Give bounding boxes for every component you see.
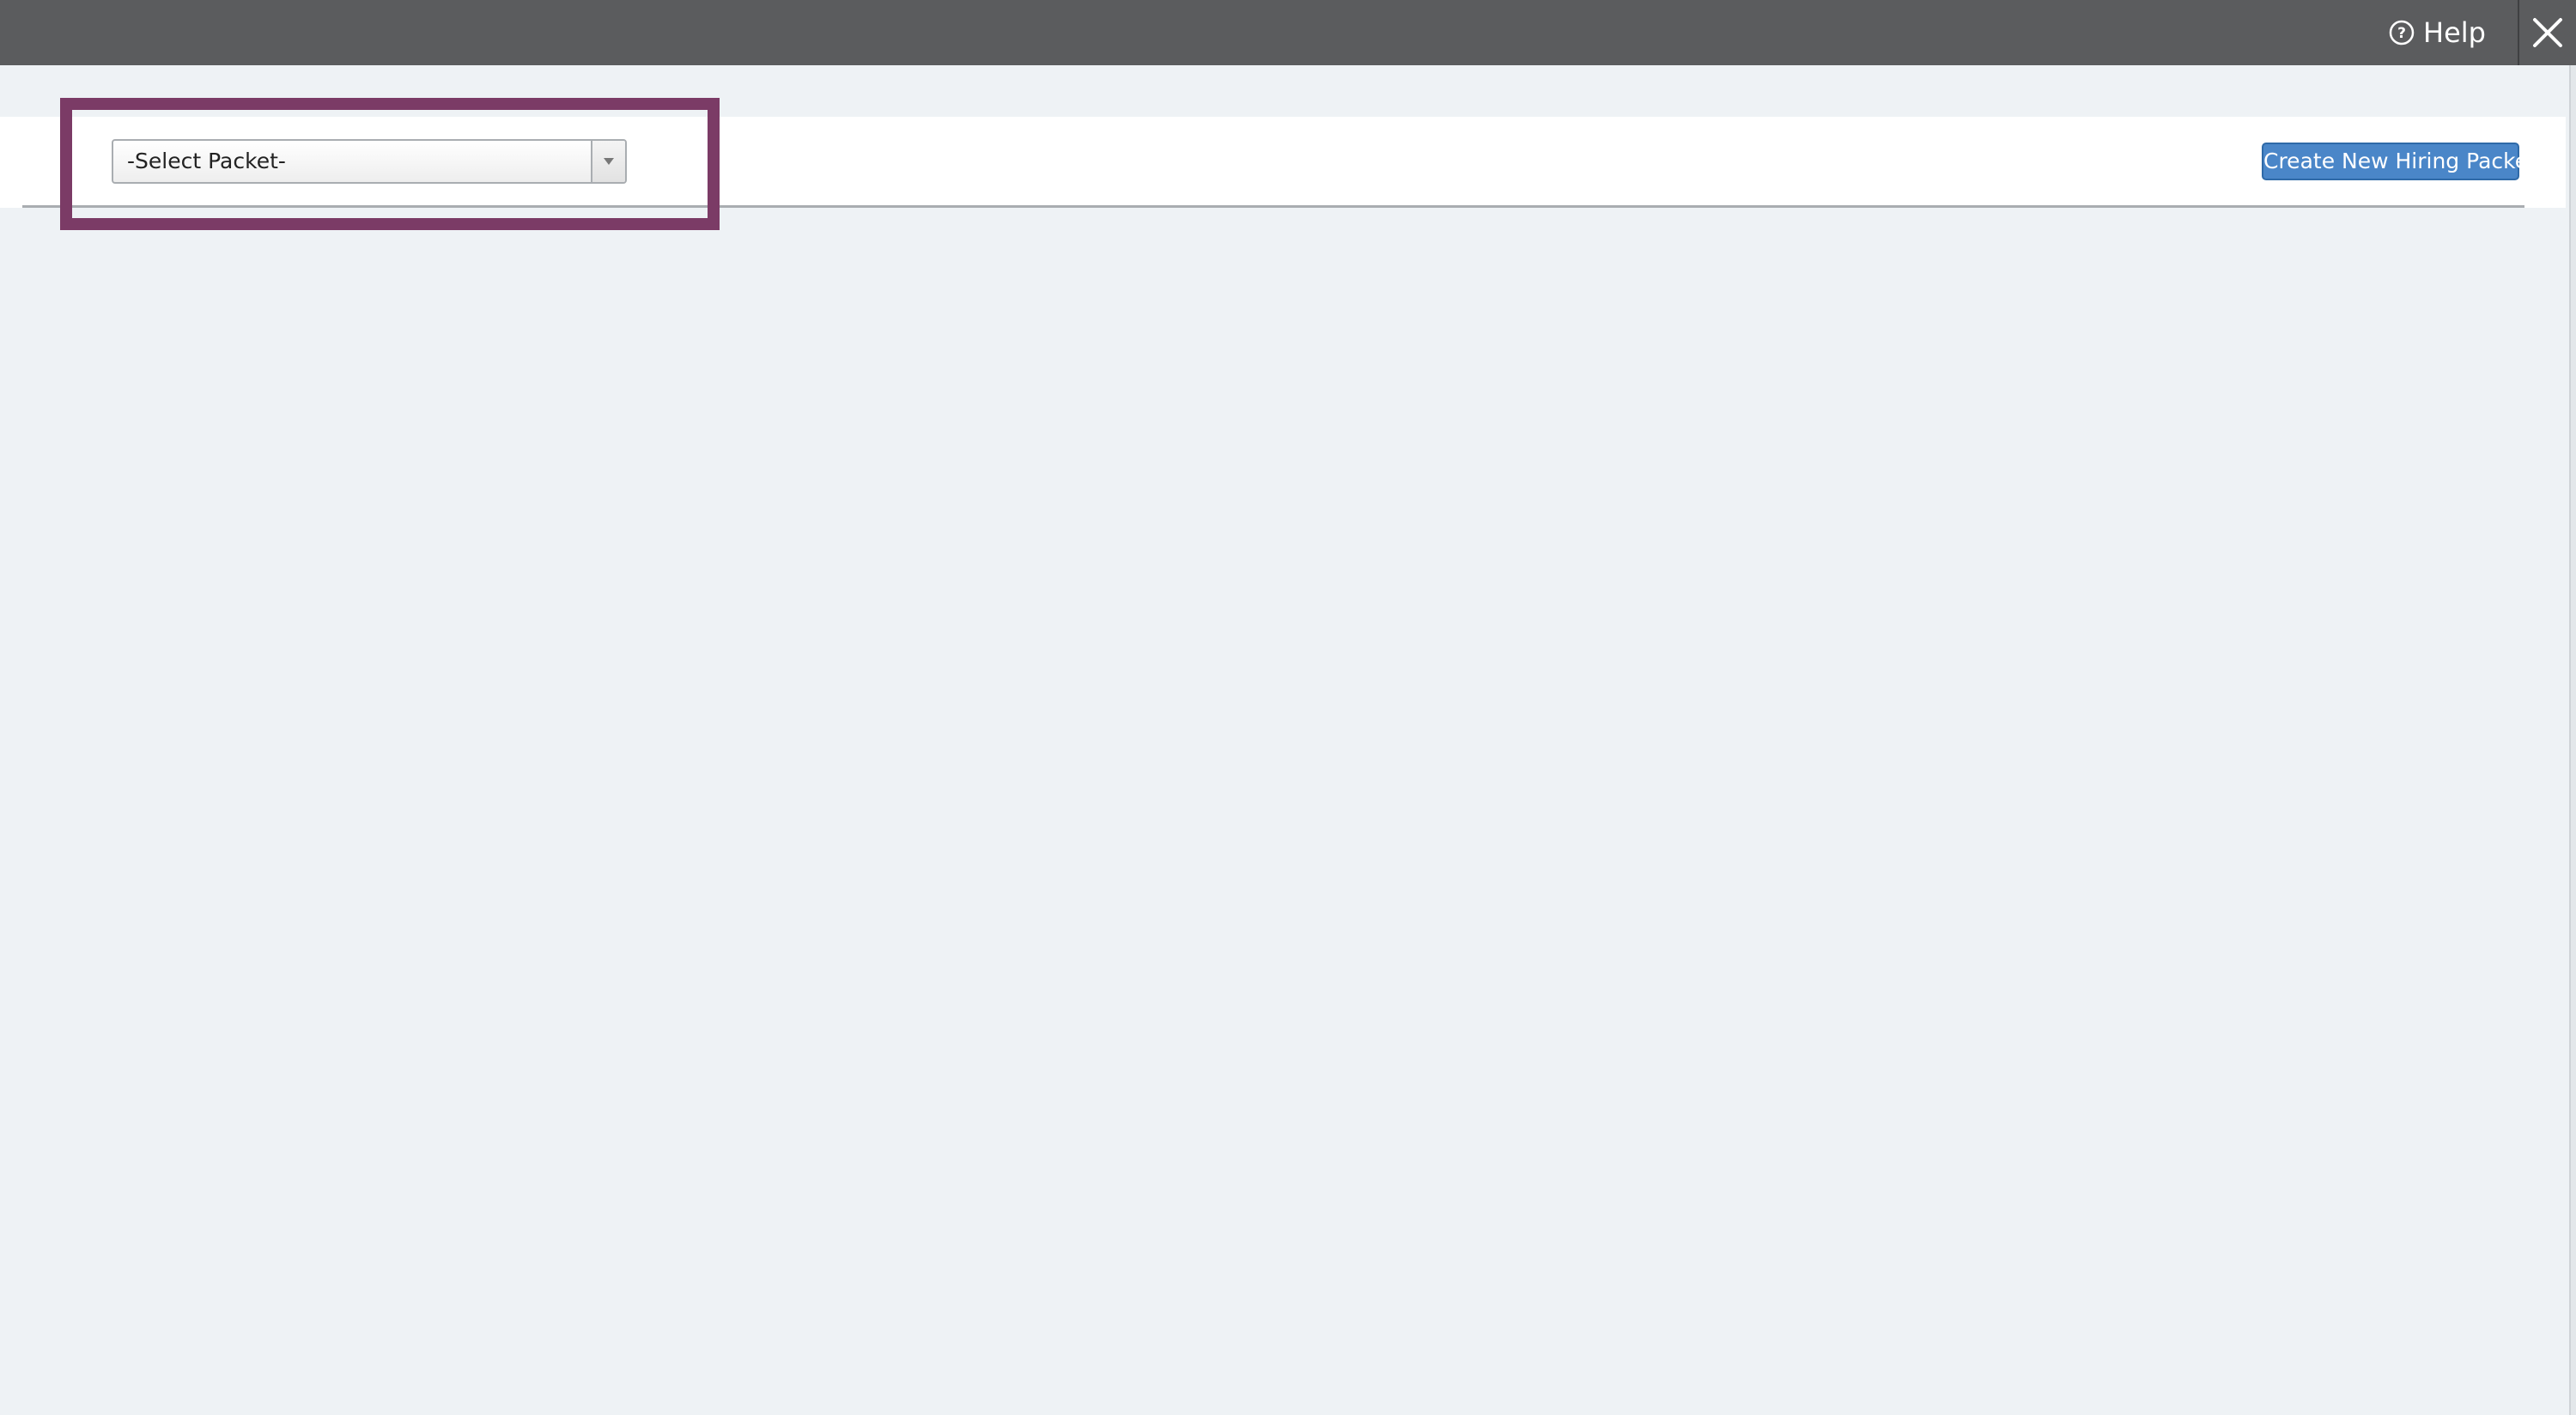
svg-text:?: ? (2397, 25, 2406, 42)
chevron-down-icon (604, 158, 614, 165)
help-link[interactable]: ? Help (2389, 12, 2486, 53)
packet-select-toggle[interactable] (591, 141, 625, 182)
close-x-icon (2533, 18, 2562, 47)
question-circle-icon: ? (2389, 20, 2415, 46)
packet-select[interactable]: -Select Packet- (112, 139, 627, 184)
packet-select-value: -Select Packet- (127, 149, 286, 173)
toolbar-divider (22, 205, 2524, 208)
close-button[interactable] (2519, 0, 2576, 65)
top-bar: ? Help (0, 0, 2576, 65)
create-new-hiring-packet-button[interactable]: Create New Hiring Packet (2262, 143, 2537, 180)
help-label: Help (2423, 16, 2486, 49)
scrollbar[interactable] (2569, 65, 2576, 1415)
